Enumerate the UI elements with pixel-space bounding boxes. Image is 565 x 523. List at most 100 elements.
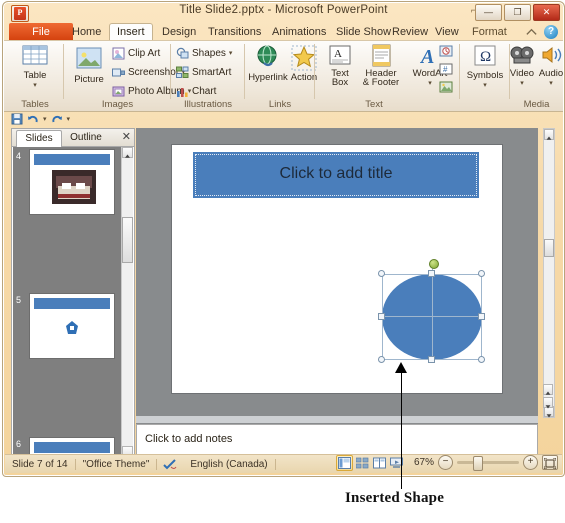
help-icon[interactable]: ? xyxy=(544,25,558,39)
picture-button[interactable]: Picture xyxy=(66,44,112,85)
title-bar: P Title Slide2.pptx - Microsoft PowerPoi… xyxy=(3,2,564,23)
scroll-up-button[interactable] xyxy=(544,129,554,140)
status-divider xyxy=(274,458,276,470)
undo-icon[interactable] xyxy=(27,113,39,125)
tab-outline[interactable]: Outline xyxy=(62,130,110,146)
zoom-in-icon: + xyxy=(527,456,534,467)
shapes-icon xyxy=(176,47,189,58)
ribbon-group-tables: Table ▾ Tables xyxy=(6,41,64,111)
symbols-caret-icon[interactable]: ▾ xyxy=(462,81,508,89)
notes-splitter[interactable] xyxy=(136,416,538,423)
scrollbar-thumb[interactable] xyxy=(122,217,133,263)
slide-number-label: 5 xyxy=(16,295,22,305)
resize-handle-middle-left[interactable] xyxy=(378,313,385,320)
selected-shape-group[interactable] xyxy=(375,259,489,367)
slide-edit-area[interactable]: Click to add title xyxy=(136,128,538,458)
smartart-icon xyxy=(176,66,189,78)
chart-icon xyxy=(177,87,188,97)
tab-home[interactable]: Home xyxy=(65,23,108,41)
rotation-handle[interactable] xyxy=(429,259,439,269)
close-button[interactable]: ✕ xyxy=(533,4,560,21)
window-controls: — ❐ ✕ xyxy=(475,4,560,21)
shapes-caret-icon[interactable]: ▾ xyxy=(229,49,233,57)
scroll-up-button[interactable] xyxy=(122,147,133,158)
tab-design[interactable]: Design xyxy=(155,23,203,41)
resize-handle-middle-right[interactable] xyxy=(478,313,485,320)
object-button[interactable] xyxy=(439,79,453,95)
table-caret-icon[interactable]: ▾ xyxy=(12,81,58,89)
save-icon[interactable] xyxy=(11,113,23,125)
table-button[interactable]: Table ▾ xyxy=(12,44,58,89)
close-pane-icon[interactable]: ✕ xyxy=(122,131,131,144)
resize-handle-bottom-center[interactable] xyxy=(428,356,435,363)
video-caret-icon[interactable]: ▾ xyxy=(507,79,537,87)
resize-handle-top-left[interactable] xyxy=(378,270,385,277)
clip-art-button[interactable]: Clip Art xyxy=(112,45,160,61)
audio-button[interactable]: Audio ▾ xyxy=(536,44,564,87)
customize-qat-icon[interactable]: ▾ xyxy=(67,115,71,123)
view-buttons xyxy=(336,455,404,471)
fit-window-icon xyxy=(543,457,557,470)
tab-view[interactable]: View xyxy=(428,23,466,41)
slide-sorter-icon xyxy=(355,457,369,469)
audio-caret-icon[interactable]: ▾ xyxy=(536,79,564,87)
title-placeholder[interactable]: Click to add title xyxy=(193,152,479,198)
tab-slides[interactable]: Slides xyxy=(16,130,62,148)
scrollbar-thumb[interactable] xyxy=(544,239,554,257)
next-slide-button[interactable] xyxy=(543,397,553,409)
notes-pane[interactable]: Click to add notes xyxy=(136,424,538,458)
resize-handle-bottom-left[interactable] xyxy=(378,356,385,363)
zoom-level-label: 67% xyxy=(413,457,434,468)
zoom-slider-thumb[interactable] xyxy=(473,456,483,471)
zoom-out-button[interactable]: − xyxy=(438,455,453,470)
previous-slide-button[interactable] xyxy=(543,384,553,395)
tab-format[interactable]: Format xyxy=(465,23,514,41)
tab-animations[interactable]: Animations xyxy=(265,23,333,41)
slide-canvas[interactable]: Click to add title xyxy=(171,144,503,394)
theme-name[interactable]: "Office Theme" xyxy=(76,459,157,470)
spellcheck-icon[interactable] xyxy=(163,458,177,471)
chart-button[interactable]: Chart xyxy=(176,83,216,99)
ribbon-group-images: Picture Clip Art Screenshot Photo Album … xyxy=(64,41,191,111)
undo-caret-icon[interactable]: ▾ xyxy=(43,115,47,123)
symbols-button[interactable]: Ω Symbols ▾ xyxy=(462,44,508,89)
shapes-button[interactable]: Shapes ▾ xyxy=(176,45,232,61)
table-label: Table xyxy=(23,70,47,81)
restore-icon: ❐ xyxy=(513,7,522,17)
date-time-button[interactable] xyxy=(439,43,453,59)
slide-navigation-buttons xyxy=(543,384,555,420)
resize-handle-bottom-right[interactable] xyxy=(478,356,485,363)
language-indicator[interactable]: English (Canada) xyxy=(183,459,274,470)
ribbon-group-media: Video ▾ Audio ▾ Media xyxy=(510,41,563,111)
tab-file[interactable]: File xyxy=(9,23,73,41)
slide-thumbnail-list[interactable]: 4 5 6 xyxy=(13,147,121,457)
video-button[interactable]: Video ▾ xyxy=(507,44,537,87)
zoom-in-button[interactable]: + xyxy=(523,455,538,470)
thumbnail-canvas xyxy=(29,293,115,359)
tab-transitions[interactable]: Transitions xyxy=(201,23,268,41)
normal-view-button[interactable] xyxy=(336,455,353,471)
fit-to-window-button[interactable] xyxy=(542,455,558,470)
symbols-label: Symbols xyxy=(466,70,504,81)
header-footer-button[interactable]: Header & Footer xyxy=(355,44,407,87)
slide-vertical-scrollbar[interactable] xyxy=(543,128,555,418)
zoom-slider[interactable] xyxy=(457,456,519,471)
slides-pane-scrollbar[interactable] xyxy=(121,147,133,458)
reading-view-button[interactable] xyxy=(372,456,387,470)
ribbon-group-text: A Text Box Header & Footer A WordArt ▾ #… xyxy=(315,41,460,111)
resize-handle-top-center[interactable] xyxy=(428,270,435,277)
smartart-button[interactable]: SmartArt xyxy=(176,64,231,80)
header-footer-label: Header & Footer xyxy=(362,68,400,88)
restore-button[interactable]: ❐ xyxy=(504,4,531,21)
redo-icon[interactable] xyxy=(51,113,63,125)
clip-art-icon xyxy=(112,47,125,59)
slide-thumbnail-5[interactable]: 5 xyxy=(13,291,121,363)
slide-number-button[interactable]: # xyxy=(439,61,453,77)
resize-handle-top-right[interactable] xyxy=(478,270,485,277)
minimize-ribbon-icon[interactable] xyxy=(525,26,538,39)
slide-thumbnail-4[interactable]: 4 xyxy=(13,147,121,219)
photo-album-icon xyxy=(112,86,125,96)
slide-sorter-view-button[interactable] xyxy=(355,456,370,470)
minimize-button[interactable]: — xyxy=(475,4,502,21)
group-name-illustrations: Illustrations xyxy=(183,99,233,110)
